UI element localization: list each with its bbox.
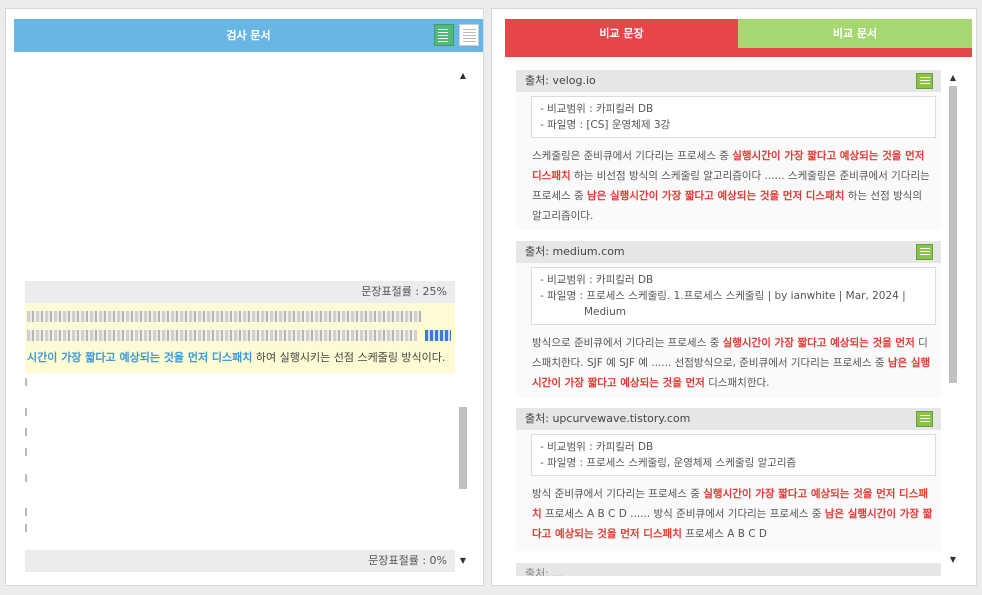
sentence-rest: 하여 실행시키는 선점 스케줄링 방식이다. xyxy=(252,351,446,364)
text-fragment xyxy=(25,408,27,416)
result-card: 출처: medium.com - 비교범위 : 카피킬러 DB - 파일명 : … xyxy=(516,241,941,398)
source-label: 출처: ... xyxy=(525,567,563,576)
sentence-view-button[interactable] xyxy=(434,24,454,46)
text-segment: 디스패치한다. xyxy=(704,377,770,389)
panel-title: 검사 문서 xyxy=(226,29,271,42)
result-source: 출처: upcurvewave.tistory.com xyxy=(516,408,941,430)
scroll-down-icon[interactable]: ▼ xyxy=(457,555,469,567)
text-fragment xyxy=(25,508,27,516)
text-fragment xyxy=(25,474,27,482)
text-segment: 프로세스 A B C D xyxy=(681,528,768,540)
result-meta: - 비교범위 : 카피킬러 DB - 파일명 : [CS] 운영체제 3강 xyxy=(531,96,936,138)
highlight-sentence-text: 시간이 가장 짧다고 예상되는 것을 먼저 디스패치 하여 실행시키는 선점 스… xyxy=(27,349,445,365)
blurred-text xyxy=(27,330,417,341)
result-meta: - 비교범위 : 카피킬러 DB - 파일명 : 프로세스 스케줄링, 운영체제… xyxy=(531,434,936,476)
comparison-results-list: 출처: velog.io - 비교범위 : 카피킬러 DB - 파일명 : [C… xyxy=(516,70,941,576)
matched-text: 스케줄링은 준비큐에서 기다리는 프로세스 중 실행시간이 가장 짧다고 예상되… xyxy=(516,138,941,234)
result-source-partial: 출처: ... xyxy=(516,563,941,576)
result-source: 출처: velog.io xyxy=(516,70,941,92)
text-fragment xyxy=(25,428,27,436)
blurred-text-mark xyxy=(425,330,451,341)
matched-phrase: 시간이 가장 짧다고 예상되는 것을 먼저 디스패치 xyxy=(27,351,253,364)
sentence-plagiarism-rate: 문장표절률 : 25% xyxy=(25,281,455,303)
document-icon[interactable] xyxy=(916,244,933,260)
text-segment: 방식 준비큐에서 기다리는 프로세스 중 xyxy=(532,488,704,500)
text-fragment xyxy=(25,524,27,532)
matched-text: 방식으로 준비큐에서 기다리는 프로세스 중 실행시간이 가장 짧다고 예상되는… xyxy=(516,325,941,401)
scroll-up-icon[interactable]: ▲ xyxy=(947,72,959,84)
source-label: 출처: velog.io xyxy=(525,74,596,87)
compare-range: - 비교범위 : 카피킬러 DB xyxy=(540,103,654,115)
comparison-tabs: 비교 문장 비교 문서 xyxy=(505,19,972,57)
result-meta: - 비교범위 : 카피킬러 DB - 파일명 : 프로세스 스케줄링. 1.프로… xyxy=(531,267,936,325)
document-icon xyxy=(463,29,476,42)
text-fragment xyxy=(25,448,27,456)
text-segment: 방식으로 준비큐에서 기다리는 프로세스 중 xyxy=(532,337,723,349)
scrollbar-thumb[interactable] xyxy=(459,407,467,489)
highlighted-sentence[interactable]: 시간이 가장 짧다고 예상되는 것을 먼저 디스패치 하여 실행시키는 선점 스… xyxy=(25,303,455,373)
compare-range: - 비교범위 : 카피킬러 DB xyxy=(540,274,654,286)
compare-range: - 비교범위 : 카피킬러 DB xyxy=(540,441,654,453)
source-label: 출처: medium.com xyxy=(525,245,625,258)
file-name: - 파일명 : 프로세스 스케줄링, 운영체제 스케줄링 알고리즘 xyxy=(540,457,797,469)
matched-phrase: 남은 실행시간이 가장 짧다고 예상되는 것을 먼저 디스패치 xyxy=(586,190,845,202)
blurred-text xyxy=(27,311,422,322)
matched-text: 방식 준비큐에서 기다리는 프로세스 중 실행시간이 가장 짧다고 예상되는 것… xyxy=(516,476,941,552)
text-fragment xyxy=(25,378,27,386)
document-icon[interactable] xyxy=(916,411,933,427)
text-segment: 프로세스 A B C D ...... 방식 준비큐에서 기다리는 프로세스 중 xyxy=(541,508,825,520)
text-segment: 스케줄링은 준비큐에서 기다리는 프로세스 중 xyxy=(532,150,733,162)
matched-phrase: 실행시간이 가장 짧다고 예상되는 것을 먼저 xyxy=(722,337,915,349)
result-card: 출처: upcurvewave.tistory.com - 비교범위 : 카피킬… xyxy=(516,408,941,551)
source-document-header: 검사 문서 xyxy=(14,19,483,52)
scroll-up-icon[interactable]: ▲ xyxy=(457,70,469,82)
file-name-continued: Medium xyxy=(584,306,626,318)
scroll-down-icon[interactable]: ▼ xyxy=(947,554,959,566)
source-label: 출처: upcurvewave.tistory.com xyxy=(525,412,691,425)
tab-compare-sentence[interactable]: 비교 문장 xyxy=(505,19,738,48)
result-card: 출처: velog.io - 비교범위 : 카피킬러 DB - 파일명 : [C… xyxy=(516,70,941,230)
file-name: - 파일명 : 프로세스 스케줄링. 1.프로세스 스케줄링 | by ianw… xyxy=(540,290,906,302)
sentence-plagiarism-rate: 문장표절률 : 0% xyxy=(25,550,455,572)
document-view-button[interactable] xyxy=(459,24,479,46)
left-scrollbar[interactable]: ▲ ▼ xyxy=(457,70,469,570)
result-source: 출처: medium.com xyxy=(516,241,941,263)
tab-compare-document[interactable]: 비교 문서 xyxy=(738,19,972,48)
file-name: - 파일명 : [CS] 운영체제 3강 xyxy=(540,119,671,131)
list-view-icon xyxy=(438,29,448,42)
scrollbar-thumb[interactable] xyxy=(949,86,957,383)
source-document-body: 문장표절률 : 25% 시간이 가장 짧다고 예상되는 것을 먼저 디스패치 하… xyxy=(25,56,460,572)
document-icon[interactable] xyxy=(916,73,933,89)
right-scrollbar[interactable]: ▲ ▼ xyxy=(947,72,959,569)
